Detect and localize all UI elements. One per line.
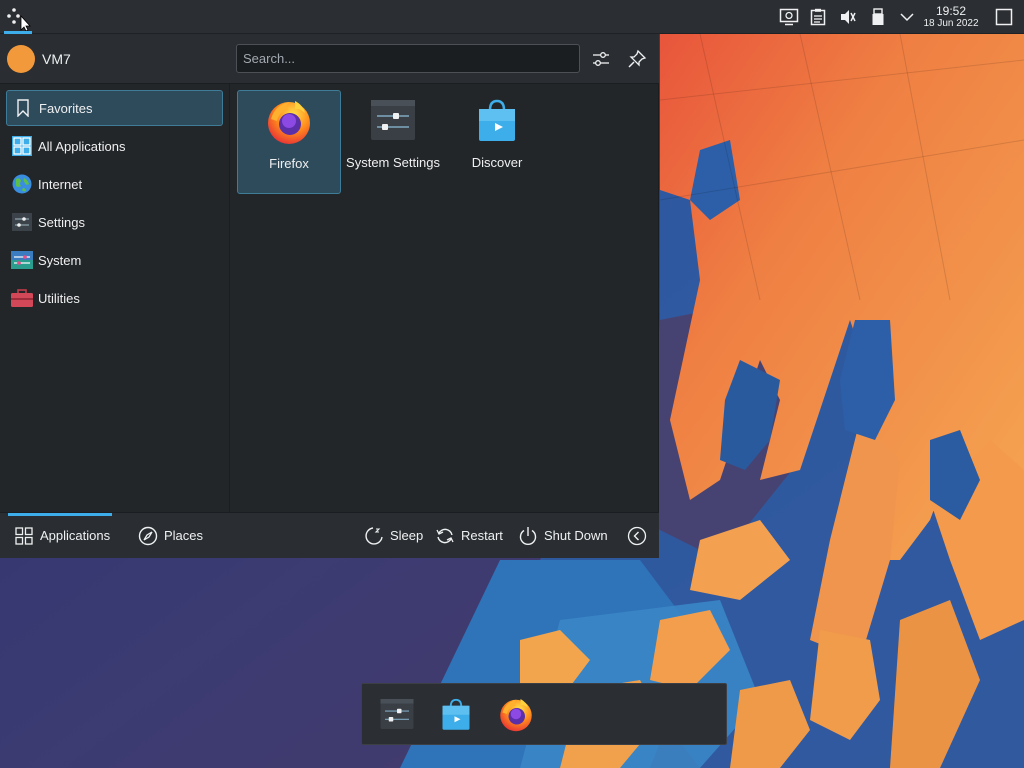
app-system-settings[interactable]: System Settings — [341, 90, 445, 194]
shutdown-button[interactable]: Shut Down — [518, 513, 608, 558]
shutdown-icon — [518, 526, 538, 546]
discover-icon — [442, 698, 470, 730]
bottom-task-manager — [361, 683, 727, 745]
favorites-grid: Firefox System Settings Discover — [231, 84, 658, 512]
show-desktop-icon[interactable] — [993, 7, 1015, 27]
category-system[interactable]: System — [6, 242, 223, 278]
category-label: All Applications — [38, 138, 126, 154]
user-name: VM7 — [42, 51, 71, 67]
category-all-applications[interactable]: All Applications — [6, 128, 223, 164]
sleep-icon — [364, 526, 384, 546]
firefox-icon — [500, 699, 532, 732]
launcher-footer: Applications Places Sleep Restart Shut D… — [0, 512, 659, 558]
application-launcher-menu: VM7 Favorites All Applications — [0, 34, 659, 558]
app-label: Firefox — [269, 156, 309, 171]
applications-grid-icon — [14, 526, 34, 546]
usb-drive-icon[interactable] — [868, 7, 888, 27]
pin-icon — [628, 49, 647, 68]
action-label: Restart — [461, 528, 503, 543]
category-label: Favorites — [39, 100, 93, 116]
system-settings-icon — [371, 100, 415, 140]
tab-label: Applications — [40, 528, 111, 543]
configure-button[interactable] — [588, 46, 614, 72]
launcher-active-indicator — [4, 31, 32, 34]
action-label: Shut Down — [544, 528, 608, 543]
restart-icon — [435, 526, 455, 546]
search-input[interactable] — [237, 45, 569, 72]
dock-item-discover[interactable] — [438, 696, 474, 732]
search-field[interactable] — [236, 44, 580, 73]
system-icon — [11, 249, 33, 271]
audio-muted-icon[interactable] — [838, 7, 858, 27]
tab-applications[interactable]: Applications — [14, 513, 110, 558]
kde-application-launcher-icon — [7, 8, 31, 32]
action-label: Sleep — [390, 528, 424, 543]
app-discover[interactable]: Discover — [445, 90, 549, 194]
all-apps-grid-icon — [11, 135, 33, 157]
category-internet[interactable]: Internet — [6, 166, 223, 202]
clock-time: 19:52 — [935, 4, 967, 18]
system-settings-icon — [380, 699, 414, 729]
pin-button[interactable] — [624, 46, 650, 72]
avatar[interactable] — [7, 45, 35, 73]
category-label: Settings — [38, 214, 85, 230]
app-label: System Settings — [346, 155, 440, 170]
sleep-button[interactable]: Sleep — [364, 513, 423, 558]
category-utilities[interactable]: Utilities — [6, 280, 223, 316]
app-label: Discover — [471, 155, 523, 170]
firefox-icon — [268, 101, 310, 144]
dock-item-firefox[interactable] — [498, 696, 534, 732]
settings-icon — [11, 211, 33, 233]
configure-icon — [593, 52, 609, 66]
digital-clock[interactable]: 19:52 18 Jun 2022 — [918, 5, 984, 29]
category-label: Internet — [38, 176, 83, 192]
tab-places[interactable]: Places — [138, 513, 203, 558]
category-label: System — [38, 252, 82, 268]
dock-item-system-settings[interactable] — [379, 696, 415, 732]
category-settings[interactable]: Settings — [6, 204, 223, 240]
bookmark-icon — [12, 97, 34, 119]
globe-icon — [11, 173, 33, 195]
category-label: Utilities — [38, 290, 80, 306]
tab-label: Places — [164, 528, 204, 543]
compass-icon — [138, 526, 158, 546]
app-firefox[interactable]: Firefox — [237, 90, 341, 194]
category-favorites[interactable]: Favorites — [6, 90, 223, 126]
more-options-button[interactable] — [627, 513, 653, 558]
chevron-down-icon[interactable] — [897, 7, 917, 27]
screen-display-icon[interactable] — [779, 7, 799, 27]
clipboard-icon[interactable] — [808, 7, 828, 27]
discover-icon — [479, 99, 515, 141]
top-panel: 19:52 18 Jun 2022 — [0, 0, 1024, 34]
category-sidebar: Favorites All Applications Internet Sett… — [0, 84, 230, 512]
chevron-left-icon — [627, 526, 647, 546]
clock-date: 18 Jun 2022 — [923, 18, 979, 29]
restart-button[interactable]: Restart — [435, 513, 503, 558]
application-launcher-button[interactable] — [4, 4, 32, 32]
toolbox-icon — [11, 287, 33, 309]
launcher-header: VM7 — [0, 34, 659, 84]
